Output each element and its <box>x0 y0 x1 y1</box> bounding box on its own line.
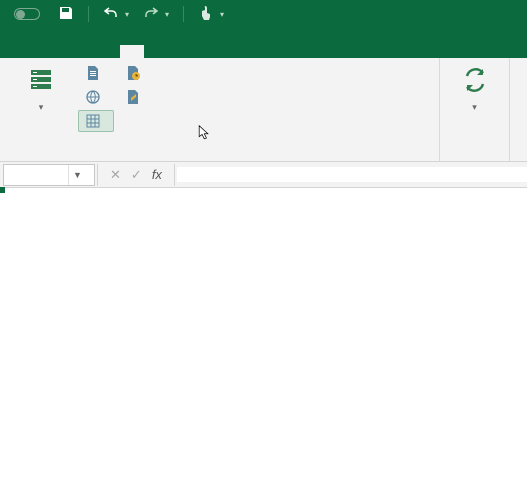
globe-icon <box>85 89 101 105</box>
save-icon[interactable] <box>58 5 74 24</box>
tab-insert[interactable] <box>48 45 72 58</box>
connection-icon <box>125 89 141 105</box>
touch-mode-icon[interactable] <box>198 5 214 24</box>
redo-icon[interactable] <box>143 5 159 24</box>
get-data-button[interactable] <box>8 62 74 155</box>
cancel-icon[interactable]: ✕ <box>110 167 121 183</box>
tab-review[interactable] <box>144 45 168 58</box>
mouse-cursor-icon <box>197 125 213 141</box>
tab-home[interactable] <box>24 45 48 58</box>
from-web-button[interactable] <box>78 86 114 108</box>
from-csv-button[interactable] <box>78 62 114 84</box>
tab-formulas[interactable] <box>96 45 120 58</box>
refresh-all-button[interactable] <box>448 62 501 143</box>
table-icon <box>85 113 101 129</box>
name-box-input[interactable] <box>4 168 68 182</box>
switch-icon <box>14 8 40 20</box>
recent-icon <box>125 65 141 81</box>
enter-icon[interactable]: ✓ <box>131 167 142 183</box>
ribbon <box>0 58 527 162</box>
file-text-icon <box>85 65 101 81</box>
autosave-toggle[interactable] <box>8 8 40 20</box>
tab-file[interactable] <box>0 45 24 58</box>
queries-label <box>510 58 526 161</box>
tab-layout[interactable] <box>72 45 96 58</box>
undo-icon[interactable] <box>103 5 119 24</box>
get-data-label-2 <box>39 100 44 114</box>
ribbon-group-label <box>8 155 431 161</box>
name-box-dropdown[interactable]: ▼ <box>68 165 86 185</box>
ribbon-tabs <box>0 28 527 58</box>
refresh-label-2 <box>472 100 477 114</box>
fx-icon[interactable]: fx <box>152 167 162 182</box>
title-bar: ▾ ▾ ▾ <box>0 0 527 28</box>
formula-input[interactable] <box>177 167 527 182</box>
existing-connections-button[interactable] <box>118 86 154 108</box>
formula-bar: ▼ ✕ ✓ fx <box>0 162 527 188</box>
tab-data[interactable] <box>120 45 144 58</box>
recent-sources-button[interactable] <box>118 62 154 84</box>
name-box[interactable]: ▼ <box>3 164 95 186</box>
from-range-button[interactable] <box>78 110 114 132</box>
quick-access-toolbar: ▾ ▾ ▾ <box>58 5 224 24</box>
